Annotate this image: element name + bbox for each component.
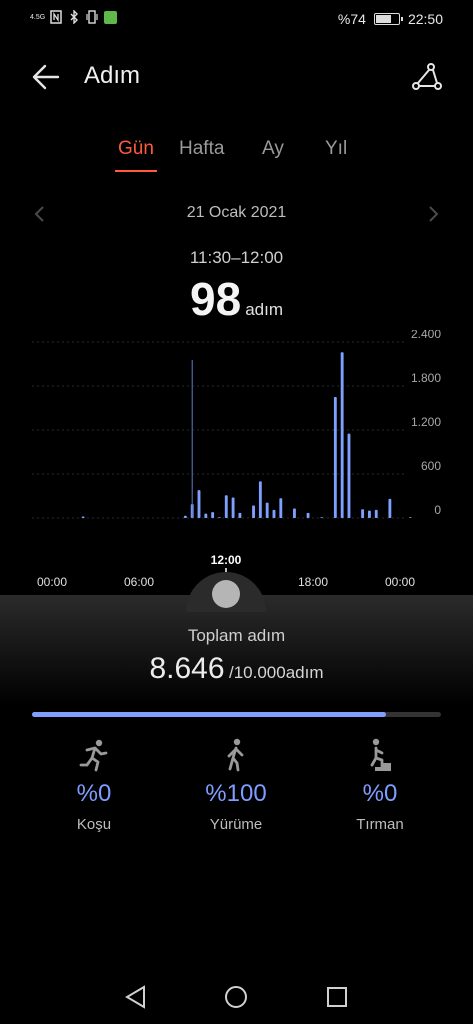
chart-bar [183,515,187,518]
chart-bar [367,510,371,518]
selected-period: 11:30–12:00 [189,248,284,267]
chevron-right-icon [429,206,439,222]
chart-bar [408,517,412,518]
chart-bar [238,512,242,518]
activity-running: %0 Koşu [39,738,149,833]
climbing-label: Tırman [356,816,404,833]
goal-progress-fill [32,712,386,717]
activity-walking: %100 Yürüme [181,738,291,833]
x-tick-label: 18:00 [298,575,328,589]
y-tick-label: 1.200 [411,415,441,429]
tab-week[interactable]: Hafta [179,138,224,160]
square-recents-icon [327,987,347,1007]
active-tab-indicator [115,170,157,172]
total-steps-goal: /10.000adım [229,663,324,682]
page-title: Adım [84,62,141,89]
period-tabs: Gün Hafta Ay Yıl [0,138,473,178]
x-tick-label: 06:00 [124,575,154,589]
chart-bar [258,481,262,518]
chart-bar [293,508,296,518]
walking-percent: %100 [205,780,267,807]
chart-bar [340,352,344,518]
nfc-icon [50,10,62,24]
chart-bar [218,517,221,518]
chart-bar [361,509,365,518]
x-tick-label: 00:00 [385,575,415,589]
date-label[interactable]: 21 Ocak 2021 [0,204,473,222]
y-tick-label: 2.400 [411,330,441,341]
selected-steps-value: 98 [190,273,242,325]
circle-home-icon [225,986,247,1008]
chart-bar [231,497,235,518]
battery-icon [373,13,403,25]
total-steps: 8.646 /10.000adım [0,652,473,686]
chart-bar [279,498,283,518]
climbing-percent: %0 [362,780,398,807]
clock: 22:50 [407,11,443,27]
chart-bar [197,490,201,518]
total-steps-value: 8.646 [149,652,225,685]
nav-home-button[interactable] [222,983,250,1011]
walking-label: Yürüme [209,816,263,833]
battery-percent: %74 [337,11,366,27]
battery-fill [375,15,392,23]
activity-breakdown: %0 Koşu %100 Yürüme %0 Tırman [0,738,473,838]
triangle-back-icon [125,985,145,1009]
date-navigator: 21 Ocak 2021 [0,200,473,230]
tab-day[interactable]: Gün [118,138,154,160]
time-slider-handle[interactable] [212,580,240,608]
back-button[interactable] [30,62,64,92]
share-icon [412,63,442,90]
chart-bar [211,512,215,518]
chart-bar [204,513,208,518]
running-percent: %0 [76,780,112,807]
x-tick-label: 00:00 [37,575,67,589]
status-icons-right: %74 22:50 [338,11,443,27]
climbing-icon [365,738,395,772]
chart-bar [252,505,255,518]
total-steps-label: Toplam adım [187,626,286,645]
chart-bar [388,498,392,518]
chart-bar [224,495,228,518]
status-bar: 4.5G %74 22:50 [0,0,473,38]
chart-bar [374,509,378,518]
chart-bar [81,516,85,518]
next-date-button[interactable] [425,204,441,224]
app-bar: Adım [0,52,473,102]
steps-chart[interactable]: 2.400 1.800 1.200 600 0 00:00 06:00 12:00 18:00 0… [0,330,473,595]
selected-steps: 98 adım [0,272,473,326]
tab-year[interactable]: Yıl [325,138,347,160]
chart-bar [320,517,324,518]
chart-bar [347,433,351,518]
chart-bar [333,397,337,518]
y-tick-label: 600 [421,459,441,473]
vibrate-icon [86,10,98,24]
y-tick-label: 0 [434,503,441,517]
arrow-left-icon [32,64,60,90]
steps-chart-svg: 2.400 1.800 1.200 600 0 00:00 06:00 12:00 18:00 0… [32,330,441,589]
system-nav-bar [0,975,473,1021]
selected-steps-unit: adım [245,300,283,319]
status-icons-left: 4.5G [30,10,117,24]
chart-bar [265,502,269,518]
y-tick-label: 1.800 [411,371,441,385]
walking-icon [221,738,251,772]
goal-progress-bar [32,712,441,717]
nav-recents-button[interactable] [323,983,351,1011]
share-button[interactable] [411,62,443,92]
tab-month[interactable]: Ay [262,138,284,160]
running-label: Koşu [76,816,112,833]
activity-climbing: %0 Tırman [325,738,435,833]
chart-bar [272,509,276,518]
nav-back-button[interactable] [122,983,150,1011]
chart-bar [306,512,310,518]
app-notification-icon [104,10,117,24]
network-indicator: 4.5G [30,13,46,21]
bluetooth-icon [68,10,80,24]
running-icon [79,738,109,772]
selected-x-tick-label: 12:00 [211,553,242,567]
